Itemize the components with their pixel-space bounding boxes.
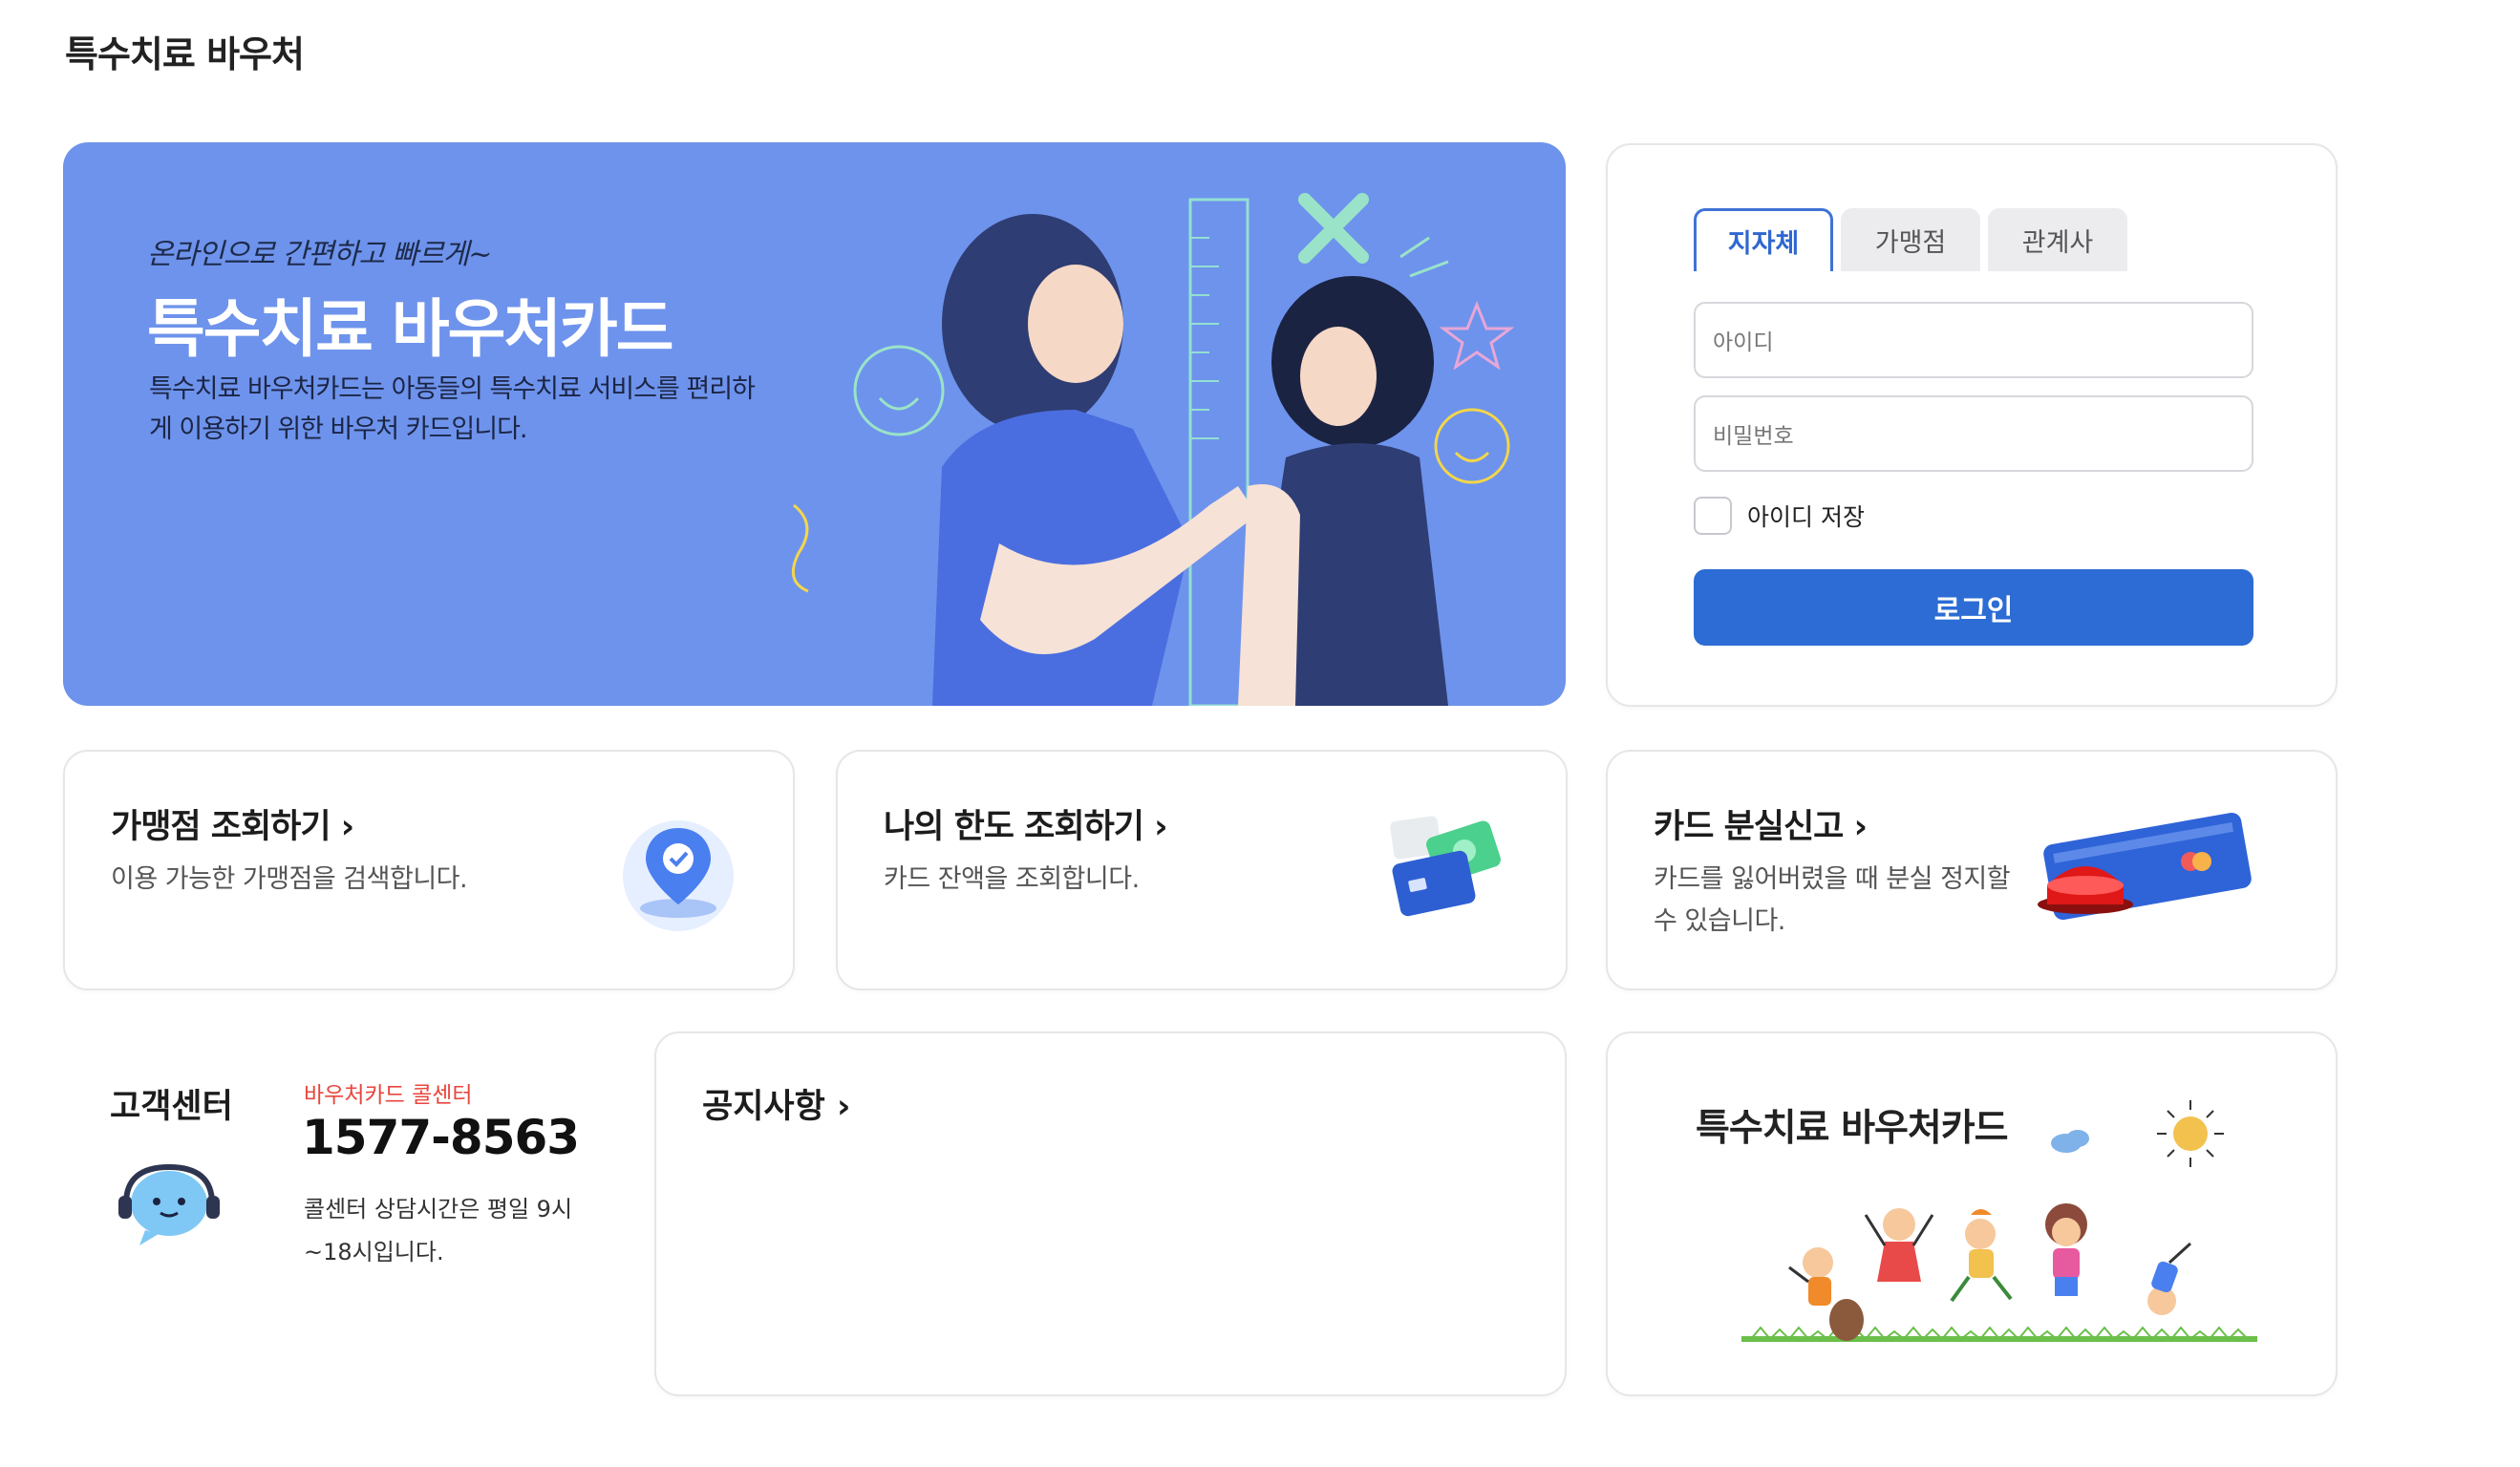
callcenter-phone[interactable]: 1577-8563 <box>302 1110 580 1165</box>
headset-chat-icon <box>118 1163 220 1245</box>
callcenter-label: 바우처카드 콜센터 <box>304 1083 473 1108</box>
login-panel: 지자체 가맹점 관계사 아이디 비밀번호 아이디 저장 로그인 <box>1606 143 2338 707</box>
customer-center-title: 고객센터 <box>110 1088 233 1126</box>
page-title: 특수치료 바우처 <box>65 33 305 75</box>
card-loss-description: 카드를 잃어버렸을 때 분실 정지할 수 있습니다. <box>1654 864 2011 936</box>
save-id-row[interactable]: 아이디 저장 <box>1694 497 1865 535</box>
banner-description: 특수치료 바우처카드는 아동들의 특수치료 서비스를 편리하게 이용하기 위한 … <box>149 374 756 444</box>
callcenter-hours: 콜센터 상담시간은 평일 9시~18시입니다. <box>304 1196 573 1265</box>
password-input[interactable]: 비밀번호 <box>1694 395 2253 472</box>
map-pin-icon <box>623 820 734 931</box>
main-banner[interactable]: 온라인으로 간편하고 빠르게~ 특수치료 바우처카드 특수치료 바우처카드는 아… <box>63 142 1566 706</box>
merchant-search-card[interactable]: 가맹점 조회하기 › 이용 가능한 가맹점을 검색합니다. <box>63 750 795 990</box>
notice-title[interactable]: 공지사항 › <box>702 1079 850 1128</box>
tab-affiliate[interactable]: 관계사 <box>1988 208 2127 271</box>
card-money-icon <box>1390 816 1501 917</box>
limit-check-card[interactable]: 나의 한도 조회하기 › 카드 잔액을 조회합니다. <box>836 750 1568 990</box>
card-alarm-icon <box>2038 812 2252 921</box>
banner-tagline: 온라인으로 간편하고 빠르게~ <box>147 238 492 271</box>
merchant-search-description: 이용 가능한 가맹점을 검색합니다. <box>111 864 468 894</box>
limit-check-description: 카드 잔액을 조회합니다. <box>884 864 1140 894</box>
card-loss-title: 카드 분실신고 › <box>1654 808 1868 846</box>
login-tabs: 지자체 가맹점 관계사 <box>1694 208 2127 271</box>
promo-panel[interactable]: 특수치료 바우처카드 <box>1606 1031 2338 1396</box>
login-button[interactable]: 로그인 <box>1694 569 2253 646</box>
banner-title: 특수치료 바우처카드 <box>147 292 673 366</box>
id-input[interactable]: 아이디 <box>1694 302 2253 378</box>
limit-check-title: 나의 한도 조회하기 › <box>884 808 1168 846</box>
doctor-child-illustration <box>791 193 1515 706</box>
tab-local-government[interactable]: 지자체 <box>1694 208 1833 271</box>
tab-merchant[interactable]: 가맹점 <box>1841 208 1980 271</box>
notice-panel: 공지사항 › <box>654 1031 1567 1396</box>
merchant-search-title: 가맹점 조회하기 › <box>111 808 354 846</box>
kids-jumping-illustration <box>1741 1100 2257 1342</box>
save-id-checkbox[interactable] <box>1694 497 1732 535</box>
save-id-label: 아이디 저장 <box>1747 503 1865 531</box>
card-loss-report-card[interactable]: 카드 분실신고 › 카드를 잃어버렸을 때 분실 정지할 수 있습니다. <box>1606 750 2338 990</box>
